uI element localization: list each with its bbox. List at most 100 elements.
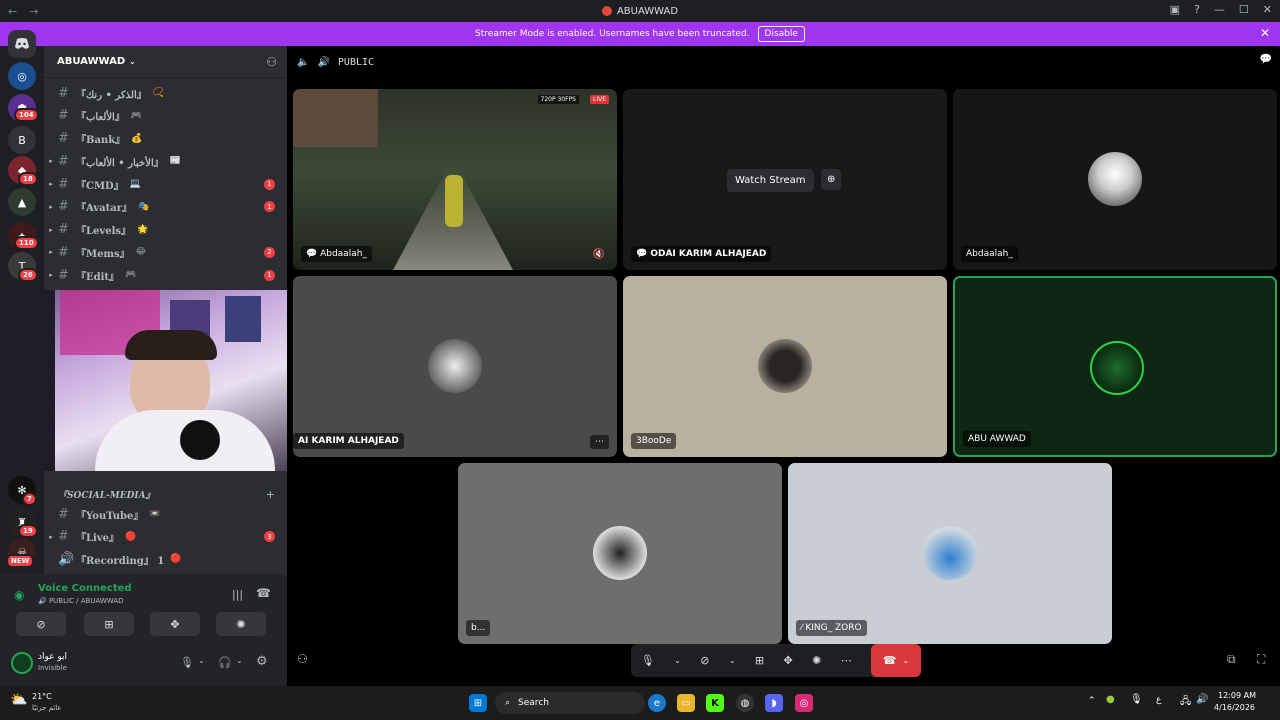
instagram-icon[interactable]: ◎: [795, 694, 813, 712]
edge-icon[interactable]: e: [648, 694, 666, 712]
disconnect-icon[interactable]: ☎: [256, 586, 271, 600]
noise-suppression-icon[interactable]: |||: [232, 588, 243, 601]
close-window-button[interactable]: ✕: [1263, 3, 1272, 16]
chevron-down-icon[interactable]: ⌄: [674, 656, 681, 665]
tile-name: 💬 ODAI KARIM ALHAJEAD: [631, 246, 772, 262]
voice-call-area: 🔈 🔊 PUBLIC 💬 720P 30FPS LIVE 💬 Abdaalah_…: [287, 46, 1280, 686]
windows-taskbar: ⛅ 21°C غائم جزئيًا ⊞ ⌕ Search e ▭ K ◍ ◗ …: [0, 686, 1280, 720]
screen-share-button[interactable]: ⊞: [84, 612, 134, 636]
channel-item[interactable]: ▸ # 『Edit』 🎮 1: [44, 265, 287, 285]
channel-item[interactable]: ▸ # 『CMD』 💻 1: [44, 174, 287, 194]
chevron-right-icon: ▸: [49, 157, 53, 166]
channel-item[interactable]: ▸ # 『Mems』 😂 2: [44, 242, 287, 262]
tray-mic-icon[interactable]: 🎙: [1130, 694, 1143, 705]
title-bar: ← → ABUAWWAD ▣ ? — ☐ ✕: [0, 0, 1280, 22]
speaker-icon: 🔊: [317, 56, 330, 68]
channel-name: 『Mems』: [76, 248, 130, 260]
mention-badge: 2: [264, 246, 275, 258]
invite-icon[interactable]: ⚇: [297, 652, 308, 666]
search-box[interactable]: ⌕ Search: [495, 692, 645, 714]
camera-button[interactable]: ⊘: [16, 612, 66, 636]
channel-item[interactable]: ▸ # 『Avatar』 🎭 1: [44, 197, 287, 217]
screen-share-icon[interactable]: ⊞: [755, 654, 764, 667]
channel-item[interactable]: # 『الذكر • رنك』 📿: [44, 83, 287, 103]
mention-badge: 1: [264, 201, 275, 213]
avatar: [428, 339, 482, 393]
channel-item[interactable]: ▸ # 『الأخبار • الألعاب』 📰: [44, 151, 287, 171]
mic-icon[interactable]: 🎙: [641, 654, 655, 667]
server-icon-1[interactable]: ◎: [8, 62, 36, 90]
inbox-icon[interactable]: ▣: [1170, 3, 1180, 16]
hash-icon: #: [58, 529, 69, 544]
watch-stream-button[interactable]: Watch Stream: [727, 169, 814, 192]
maximize-button[interactable]: ☐: [1239, 3, 1249, 16]
participant-tile-king-zoro[interactable]: ⁄ KING_ ZORO: [788, 463, 1112, 644]
start-icon[interactable]: ⊞: [469, 694, 487, 712]
camera-off-icon[interactable]: ⊘: [700, 654, 709, 667]
participant-tile-b[interactable]: b...: [458, 463, 782, 644]
discord-icon[interactable]: ◗: [765, 694, 783, 712]
category-social-media[interactable]: 『SOCIAL-MEDIA』 +: [44, 484, 287, 504]
language-indicator[interactable]: ع: [1156, 695, 1161, 705]
chat-icon[interactable]: 💬: [1260, 54, 1272, 65]
character: [445, 175, 463, 227]
participant-tile-odai[interactable]: AI KARIM ALHAJEAD ⋯: [293, 276, 617, 457]
participant-tile-abdaalah[interactable]: Abdaalah_: [953, 89, 1277, 270]
add-member-icon[interactable]: ⚇: [266, 55, 277, 69]
more-icon[interactable]: ⋯: [841, 654, 852, 667]
volume-icon[interactable]: 🔊: [1196, 694, 1208, 705]
participant-tile-abu-awwad[interactable]: ABU AWWAD: [953, 276, 1277, 457]
popout-icon[interactable]: ⊕: [821, 169, 842, 190]
discord-home-icon[interactable]: [8, 30, 36, 58]
tray-chevron-icon[interactable]: ⌃: [1088, 696, 1096, 706]
help-icon[interactable]: ?: [1194, 3, 1200, 16]
chevron-down-icon[interactable]: ⌄: [729, 656, 736, 665]
add-channel-icon[interactable]: +: [266, 488, 275, 501]
participant-tile-3boode[interactable]: 3BooDe: [623, 276, 947, 457]
server-header[interactable]: ABUAWWAD ⌄ ⚇: [44, 46, 287, 78]
server-icon-4[interactable]: ▲: [8, 188, 36, 216]
minimize-button[interactable]: —: [1214, 3, 1225, 16]
soundboard-icon[interactable]: ✺: [812, 654, 821, 667]
channel-item[interactable]: ▸ # 『Levels』 🌟: [44, 220, 287, 240]
volume-icon[interactable]: 🔈: [297, 57, 309, 68]
popout-icon[interactable]: ⧉: [1227, 652, 1236, 667]
soundboard-button[interactable]: ✺: [216, 612, 266, 636]
channel-item[interactable]: # 『الألعاب』 🎮: [44, 106, 287, 126]
tray-app-icon[interactable]: ●: [1106, 694, 1115, 705]
kick-icon[interactable]: K: [706, 694, 724, 712]
stream-tile-abdaalah[interactable]: 720P 30FPS LIVE 💬 Abdaalah_ 🔇: [293, 89, 617, 270]
server-icon-b[interactable]: B: [8, 126, 36, 154]
network-icon[interactable]: 🖧: [1180, 694, 1191, 711]
activities-icon[interactable]: ✥: [784, 654, 793, 667]
obs-icon[interactable]: ◍: [736, 694, 754, 712]
channel-header: 🔈 🔊 PUBLIC 💬: [287, 46, 1280, 78]
channel-item[interactable]: ▸ # 『Live』 🔴 3: [44, 527, 287, 547]
clock-date[interactable]: 4/16/2026: [1214, 703, 1255, 712]
voice-channel[interactable]: 🔊 PUBLIC / ABUAWWAD: [38, 597, 124, 605]
settings-gear-icon[interactable]: ⚙: [256, 654, 268, 669]
channel-item[interactable]: # 『Bank』 💰: [44, 129, 287, 149]
server-logo-icon: [601, 6, 612, 16]
close-banner-icon[interactable]: ✕: [1260, 26, 1270, 40]
leave-call-button[interactable]: ☎ ⌄: [871, 644, 921, 677]
stream-tile-odai[interactable]: Watch Stream ⊕ 💬 ODAI KARIM ALHAJEAD: [623, 89, 947, 270]
file-explorer-icon[interactable]: ▭: [677, 694, 695, 712]
channel-emoji: 💻: [129, 179, 141, 189]
channel-item[interactable]: # 『YouTube』 📼: [44, 504, 287, 524]
activities-button[interactable]: ✥: [150, 612, 200, 636]
headphones-icon[interactable]: 🎧: [218, 656, 232, 669]
more-options-button[interactable]: ⋯: [590, 435, 609, 449]
mute-stream-icon[interactable]: 🔇: [593, 249, 605, 260]
disable-button[interactable]: Disable: [757, 26, 805, 42]
avatar[interactable]: [11, 652, 33, 674]
fullscreen-icon[interactable]: ⛶: [1257, 652, 1265, 667]
chevron-down-icon[interactable]: ⌄: [198, 656, 205, 665]
channel-name: 『Edit』: [76, 271, 120, 283]
channel-item[interactable]: 🔊 『Recording』 1 🔴: [44, 549, 287, 569]
chevron-down-icon[interactable]: ⌄: [236, 656, 243, 665]
mic-icon[interactable]: 🎙: [180, 656, 194, 669]
clock-time[interactable]: 12:09 AM: [1218, 691, 1256, 700]
channel-name: 『Levels』: [76, 226, 131, 237]
tile-name: b...: [466, 620, 491, 636]
